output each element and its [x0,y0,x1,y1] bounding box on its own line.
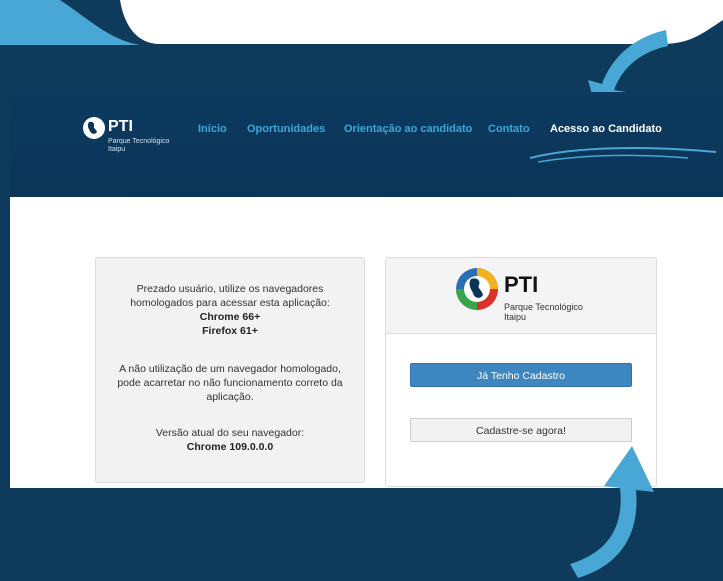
logo-subtitle: Parque Tecnológico Itaipu [504,302,583,322]
warning-line: A não utilização de um navegador homolog… [119,363,341,375]
browser-screenshot: PTI Parque Tecnológico Itaipu Início Opo… [10,92,723,488]
notice-line: homologados para acessar esta aplicação: [130,297,330,309]
already-registered-button[interactable]: Já Tenho Cadastro [410,363,632,387]
nav-orientacao[interactable]: Orientação ao candidato [344,123,472,135]
browser-requirement: Chrome 66+ [199,311,261,323]
notice-line: Prezado usuário, utilize os navegadores [136,283,324,295]
browser-requirement: Firefox 61+ [202,325,258,337]
nav-contato[interactable]: Contato [488,123,530,135]
globe-icon [83,117,105,139]
warning-line: aplicação. [206,391,254,403]
version-label: Versão atual do seu navegador: [155,427,305,439]
login-panel-header: PTI Parque Tecnológico Itaipu [386,258,656,334]
pti-logo-large: PTI Parque Tecnológico Itaipu [454,266,594,326]
curved-arrow-icon [570,446,654,578]
logo-text: PTI [108,118,133,135]
version-value: Chrome 109.0.0.0 [186,441,274,453]
register-now-button[interactable]: Cadastre-se agora! [410,418,632,442]
nav-inicio[interactable]: Início [198,123,227,135]
active-underline [529,147,717,163]
pti-logo[interactable]: PTI Parque Tecnológico Itaipu [82,116,192,166]
nav-oportunidades[interactable]: Oportunidades [247,123,325,135]
warning-line: pode acarretar no não funcionamento corr… [117,377,343,389]
top-navbar: PTI Parque Tecnológico Itaipu Início Opo… [10,92,723,197]
logo-subtitle: Parque Tecnológico Itaipu [108,138,170,153]
nav-acesso-candidato[interactable]: Acesso ao Candidato [550,123,662,135]
pti-logo-icon [456,268,498,310]
logo-text: PTI [504,272,539,297]
browser-notice-panel: Prezado usuário, utilize os navegadores … [95,257,365,483]
